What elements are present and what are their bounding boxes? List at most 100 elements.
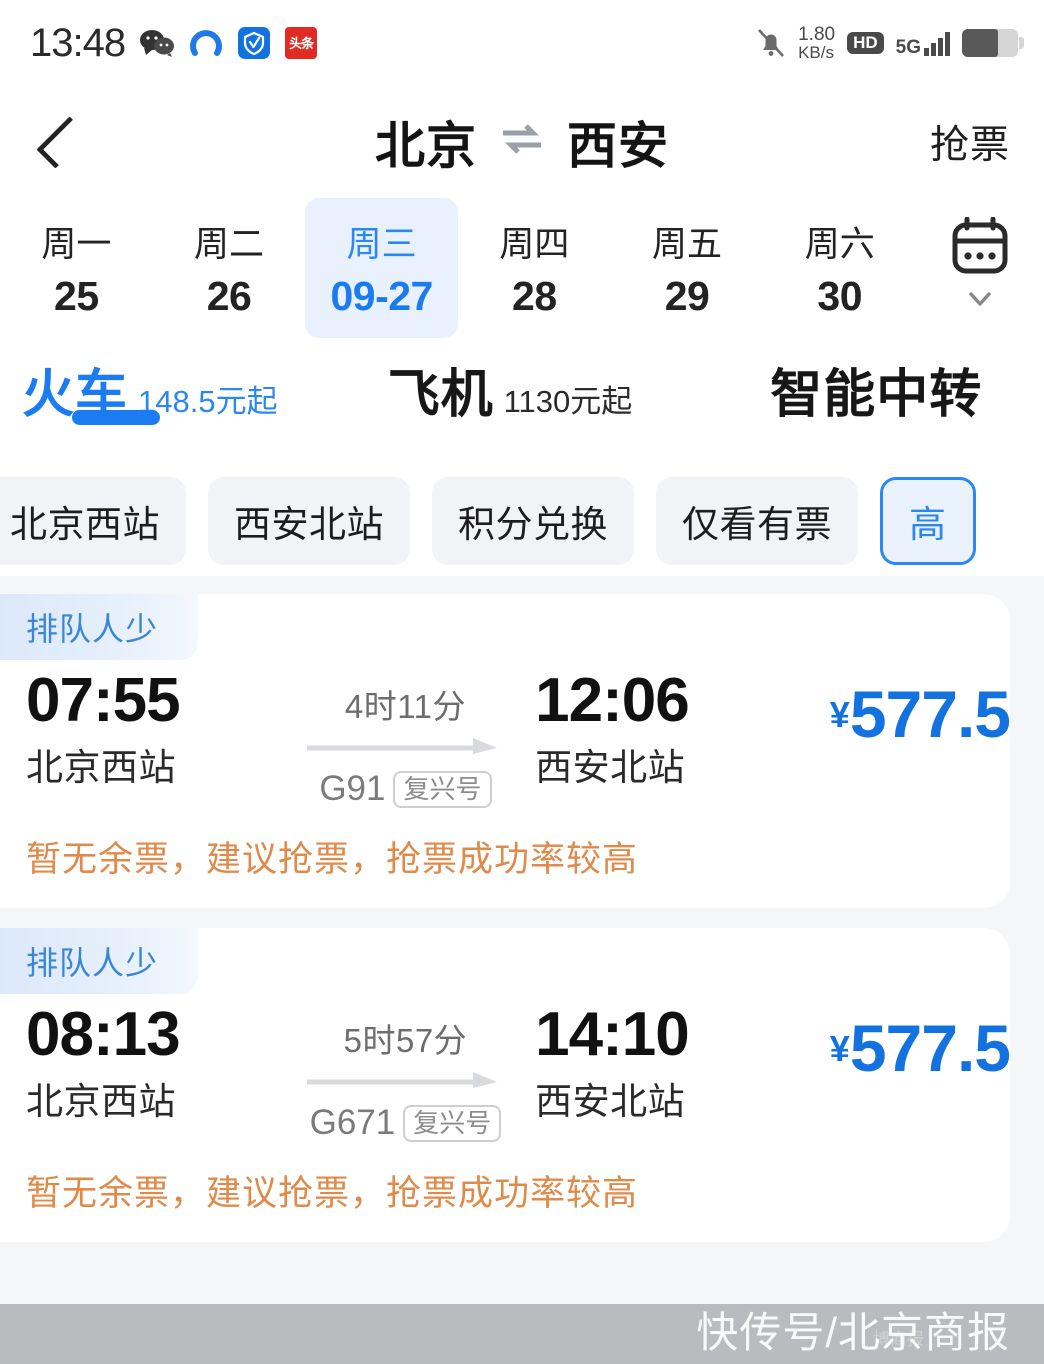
train-number-row: G91 复兴号 — [319, 769, 492, 809]
date-cell-2-selected[interactable]: 周三 09-27 — [305, 198, 459, 338]
arrow-right-icon — [307, 728, 503, 769]
status-bar: 13:48 头条 1.80 KB/s HD 5G — [0, 0, 1044, 86]
date-num: 28 — [512, 273, 557, 319]
arrive-block: 12:06 西安北站 — [535, 668, 816, 791]
status-clock: 13:48 — [30, 20, 126, 65]
card-tag-row: 排队人少 — [0, 594, 1010, 660]
date-cell-5[interactable]: 周六 30 — [763, 198, 916, 338]
price-amount: 577.5 — [849, 1011, 1010, 1085]
arrive-time: 14:10 — [535, 1000, 690, 1069]
calendar-icon — [949, 216, 1011, 282]
battery-icon — [962, 28, 1024, 57]
tab-smart-transfer-label: 智能中转 — [770, 366, 983, 424]
depart-block: 07:55 北京西站 — [0, 668, 276, 791]
ticket-price: ¥577.5 — [816, 668, 1010, 752]
filter-chip-available-only[interactable]: 仅看有票 — [656, 477, 858, 565]
arrow-right-icon — [307, 1062, 503, 1103]
date-num: 29 — [664, 273, 710, 319]
ticket-price: ¥577.5 — [816, 1002, 1010, 1086]
network-speed-unit: KB/s — [798, 43, 834, 63]
active-tab-underline — [72, 410, 160, 425]
availability-note: 暂无余票，建议抢票，抢票成功率较高 — [26, 1174, 639, 1213]
date-dow: 周三 — [346, 225, 417, 264]
depart-time: 07:55 — [26, 666, 181, 735]
date-cell-0[interactable]: 周一 25 — [0, 198, 153, 338]
card-main-row: 08:13 北京西站 5时57分 G671 复兴号 14:10 西安北站 ¥57… — [0, 984, 1010, 1143]
filter-chip-destination-station[interactable]: 西安北站 — [208, 477, 410, 565]
train-type-badge: 复兴号 — [403, 1104, 502, 1142]
tab-plane[interactable]: 飞机 1130元起 — [388, 352, 633, 427]
status-badge: 排队人少 — [0, 594, 199, 660]
tab-plane-price: 1130元起 — [503, 384, 633, 419]
page-header: 北京 西安 抢票 — [0, 86, 1044, 198]
phone-screen: 13:48 头条 1.80 KB/s HD 5G 北京 西安 抢票 周一 25 … — [0, 0, 1044, 1364]
date-dow: 周四 — [499, 225, 570, 264]
arrive-station: 西安北站 — [535, 1081, 686, 1123]
filter-chip-points-exchange[interactable]: 积分兑换 — [432, 477, 634, 565]
date-dow: 周二 — [194, 225, 265, 264]
train-number: G91 — [319, 769, 386, 808]
date-num: 30 — [817, 273, 862, 319]
currency-symbol: ¥ — [829, 1028, 850, 1069]
card-main-row: 07:55 北京西站 4时11分 G91 复兴号 12:06 西安北站 ¥577… — [0, 650, 1010, 809]
shield-icon — [237, 26, 271, 60]
status-bar-right: 1.80 KB/s HD 5G — [756, 23, 1024, 63]
swap-arrows-icon[interactable] — [499, 113, 545, 171]
date-dow: 周一 — [41, 225, 112, 264]
toutiao-icon: 头条 — [285, 27, 318, 59]
signal-icon: 5G — [895, 30, 950, 58]
train-result-card[interactable]: 排队人少 08:13 北京西站 5时57分 G671 复兴号 14:10 西安北… — [0, 928, 1010, 1242]
filter-chip-origin-station[interactable]: 北京西站 — [0, 477, 186, 565]
status-bar-left: 13:48 头条 — [30, 20, 318, 66]
signal-bars — [924, 30, 950, 56]
date-cell-1[interactable]: 周二 26 — [153, 198, 306, 338]
network-speed: 1.80 KB/s — [798, 23, 836, 63]
date-num: 25 — [54, 273, 99, 319]
filter-chip-high-speed[interactable]: 高 — [880, 477, 976, 565]
status-badge: 排队人少 — [0, 928, 199, 994]
arrive-block: 14:10 西安北站 — [535, 1002, 816, 1125]
duration-label: 5时57分 — [343, 1022, 468, 1059]
tab-smart-transfer[interactable]: 智能中转 — [770, 352, 982, 427]
destination-city: 西安 — [567, 118, 669, 174]
currency-symbol: ¥ — [829, 694, 850, 735]
train-result-card[interactable]: 排队人少 07:55 北京西站 4时11分 G91 复兴号 12:06 西安北站… — [0, 594, 1010, 908]
tab-train[interactable]: 火车 148.5元起 — [22, 352, 278, 427]
arrive-time: 12:06 — [535, 666, 690, 735]
date-num: 26 — [206, 273, 252, 319]
price-amount: 577.5 — [849, 677, 1010, 751]
wechat-icon — [139, 28, 175, 58]
train-results-list: 排队人少 07:55 北京西站 4时11分 G91 复兴号 12:06 西安北站… — [0, 576, 1044, 1364]
duration-label: 4时11分 — [344, 688, 466, 725]
network-speed-value: 1.80 — [798, 23, 836, 45]
hd-badge: HD — [847, 31, 884, 54]
filter-chip-row[interactable]: 北京西站 西安北站 积分兑换 仅看有票 高 — [0, 466, 1044, 576]
depart-station: 北京西站 — [26, 1081, 176, 1123]
transport-mode-tabs: 火车 148.5元起 飞机 1130元起 智能中转 — [0, 338, 1044, 466]
network-gen-label: 5G — [895, 36, 921, 58]
journey-middle-block: 4时11分 G91 复兴号 — [276, 668, 535, 809]
depart-block: 08:13 北京西站 — [0, 1002, 276, 1125]
bell-muted-icon — [756, 26, 786, 60]
grab-ticket-button[interactable]: 抢票 — [930, 114, 1010, 170]
train-number-row: G671 复兴号 — [310, 1103, 502, 1143]
date-cell-3[interactable]: 周四 28 — [458, 198, 611, 338]
date-dow: 周五 — [652, 225, 723, 264]
journey-middle-block: 5时57分 G671 复兴号 — [276, 1002, 535, 1143]
route-title[interactable]: 北京 西安 — [375, 106, 669, 178]
card-tag-row: 排队人少 — [0, 928, 1010, 994]
depart-time: 08:13 — [26, 1000, 181, 1069]
train-number: G671 — [309, 1103, 396, 1142]
date-cell-4[interactable]: 周五 29 — [611, 198, 764, 338]
chevron-down-icon — [965, 284, 995, 319]
availability-note: 暂无余票，建议抢票，抢票成功率较高 — [26, 840, 639, 879]
date-num: 09-27 — [330, 273, 433, 319]
arc-icon — [189, 26, 223, 60]
depart-station: 北京西站 — [26, 747, 176, 789]
date-strip: 周一 25 周二 26 周三 09-27 周四 28 周五 29 周六 30 — [0, 198, 1044, 338]
back-button[interactable] — [34, 114, 90, 170]
chevron-left-icon — [35, 115, 89, 169]
calendar-picker-button[interactable] — [916, 198, 1044, 338]
origin-city: 北京 — [375, 118, 477, 174]
train-type-badge: 复兴号 — [393, 770, 492, 808]
